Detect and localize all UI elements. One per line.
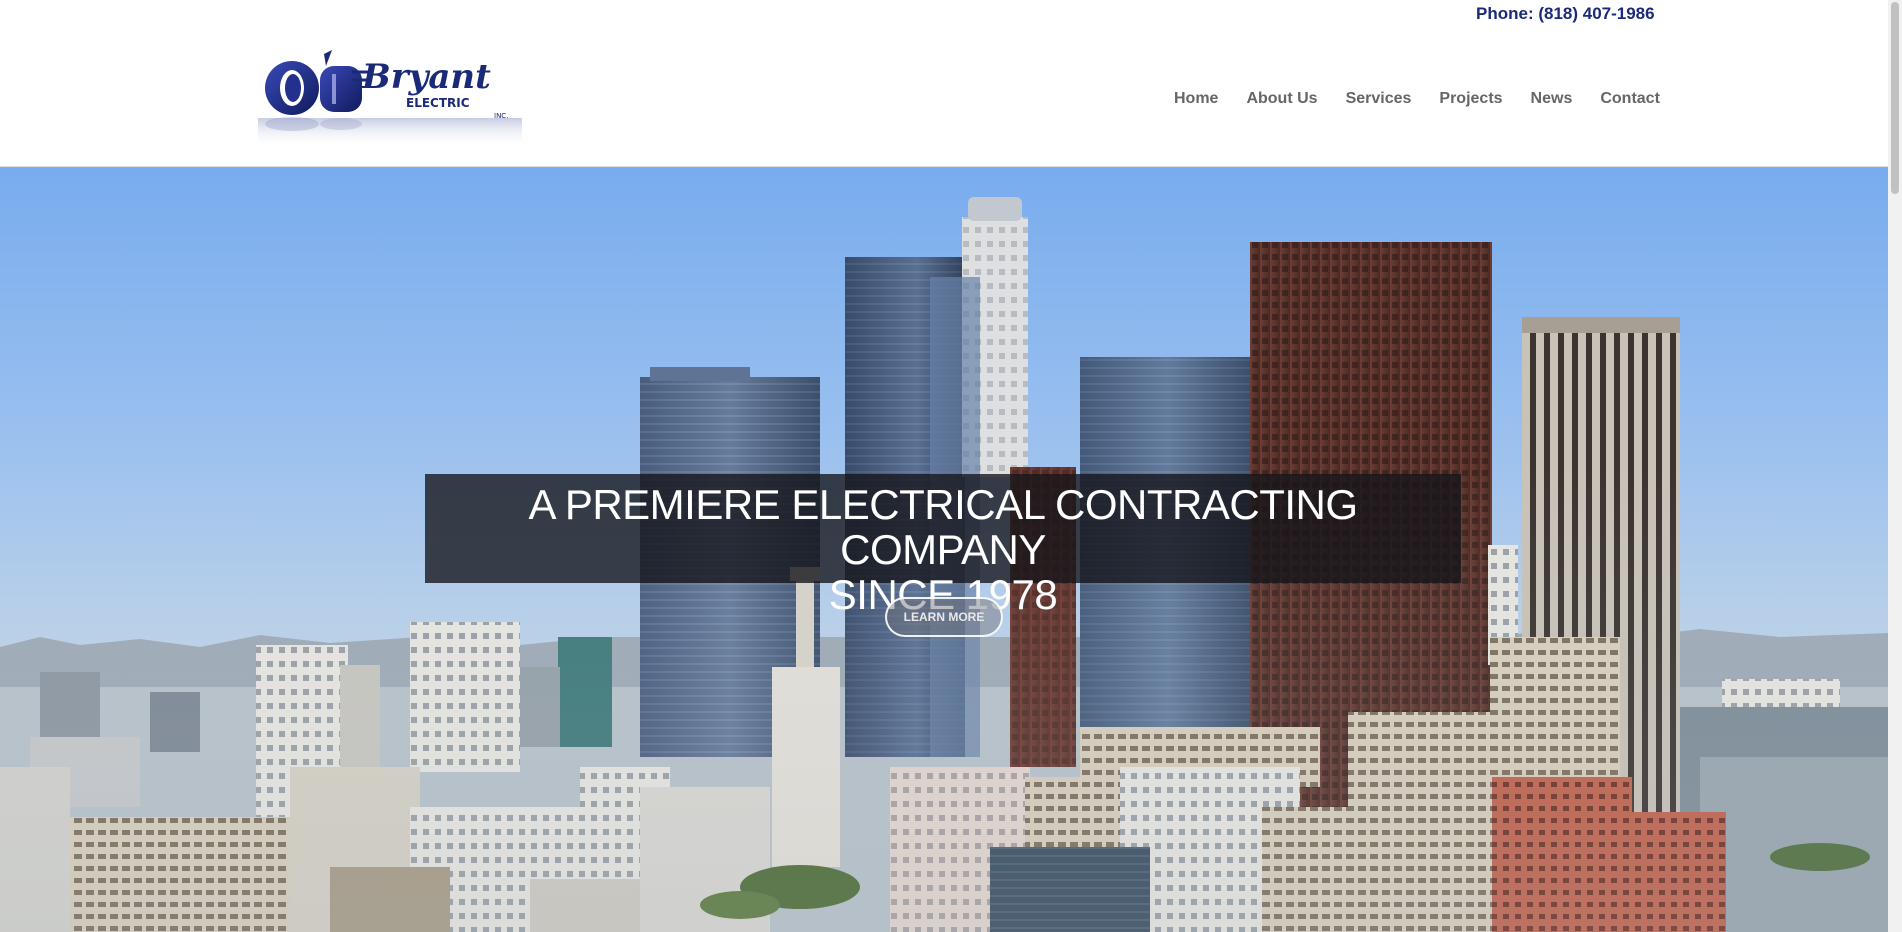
main-navigation: Home About Us Services Projects News Con… (1160, 88, 1674, 110)
phone-number[interactable]: Phone: (818) 407-1986 (1476, 4, 1655, 24)
svg-text:ELECTRIC: ELECTRIC (406, 96, 470, 110)
nav-contact[interactable]: Contact (1586, 88, 1674, 110)
nav-home[interactable]: Home (1160, 88, 1232, 110)
nav-services[interactable]: Services (1332, 88, 1426, 110)
site-header: Phone: (818) 407-1986 Bryant ELECTRIC IN… (0, 0, 1888, 167)
nav-about-us[interactable]: About Us (1232, 88, 1331, 110)
learn-more-button[interactable]: LEARN MORE (885, 597, 1003, 637)
page-scrollbar[interactable] (1888, 0, 1902, 932)
hero-headline-line1: A PREMIERE ELECTRICAL CONTRACTING COMPAN… (528, 481, 1358, 573)
hero-slider: A PREMIERE ELECTRICAL CONTRACTING COMPAN… (0, 167, 1888, 932)
company-logo[interactable]: Bryant ELECTRIC INC. (258, 44, 522, 148)
hero-headline: A PREMIERE ELECTRICAL CONTRACTING COMPAN… (425, 474, 1461, 617)
nav-news[interactable]: News (1517, 88, 1587, 110)
obryant-logo-icon: Bryant ELECTRIC INC. (258, 50, 522, 148)
page: Phone: (818) 407-1986 Bryant ELECTRIC IN… (0, 0, 1902, 932)
nav-projects[interactable]: Projects (1425, 88, 1516, 110)
scrollbar-thumb[interactable] (1891, 2, 1899, 194)
svg-text:Bryant: Bryant (361, 57, 491, 97)
